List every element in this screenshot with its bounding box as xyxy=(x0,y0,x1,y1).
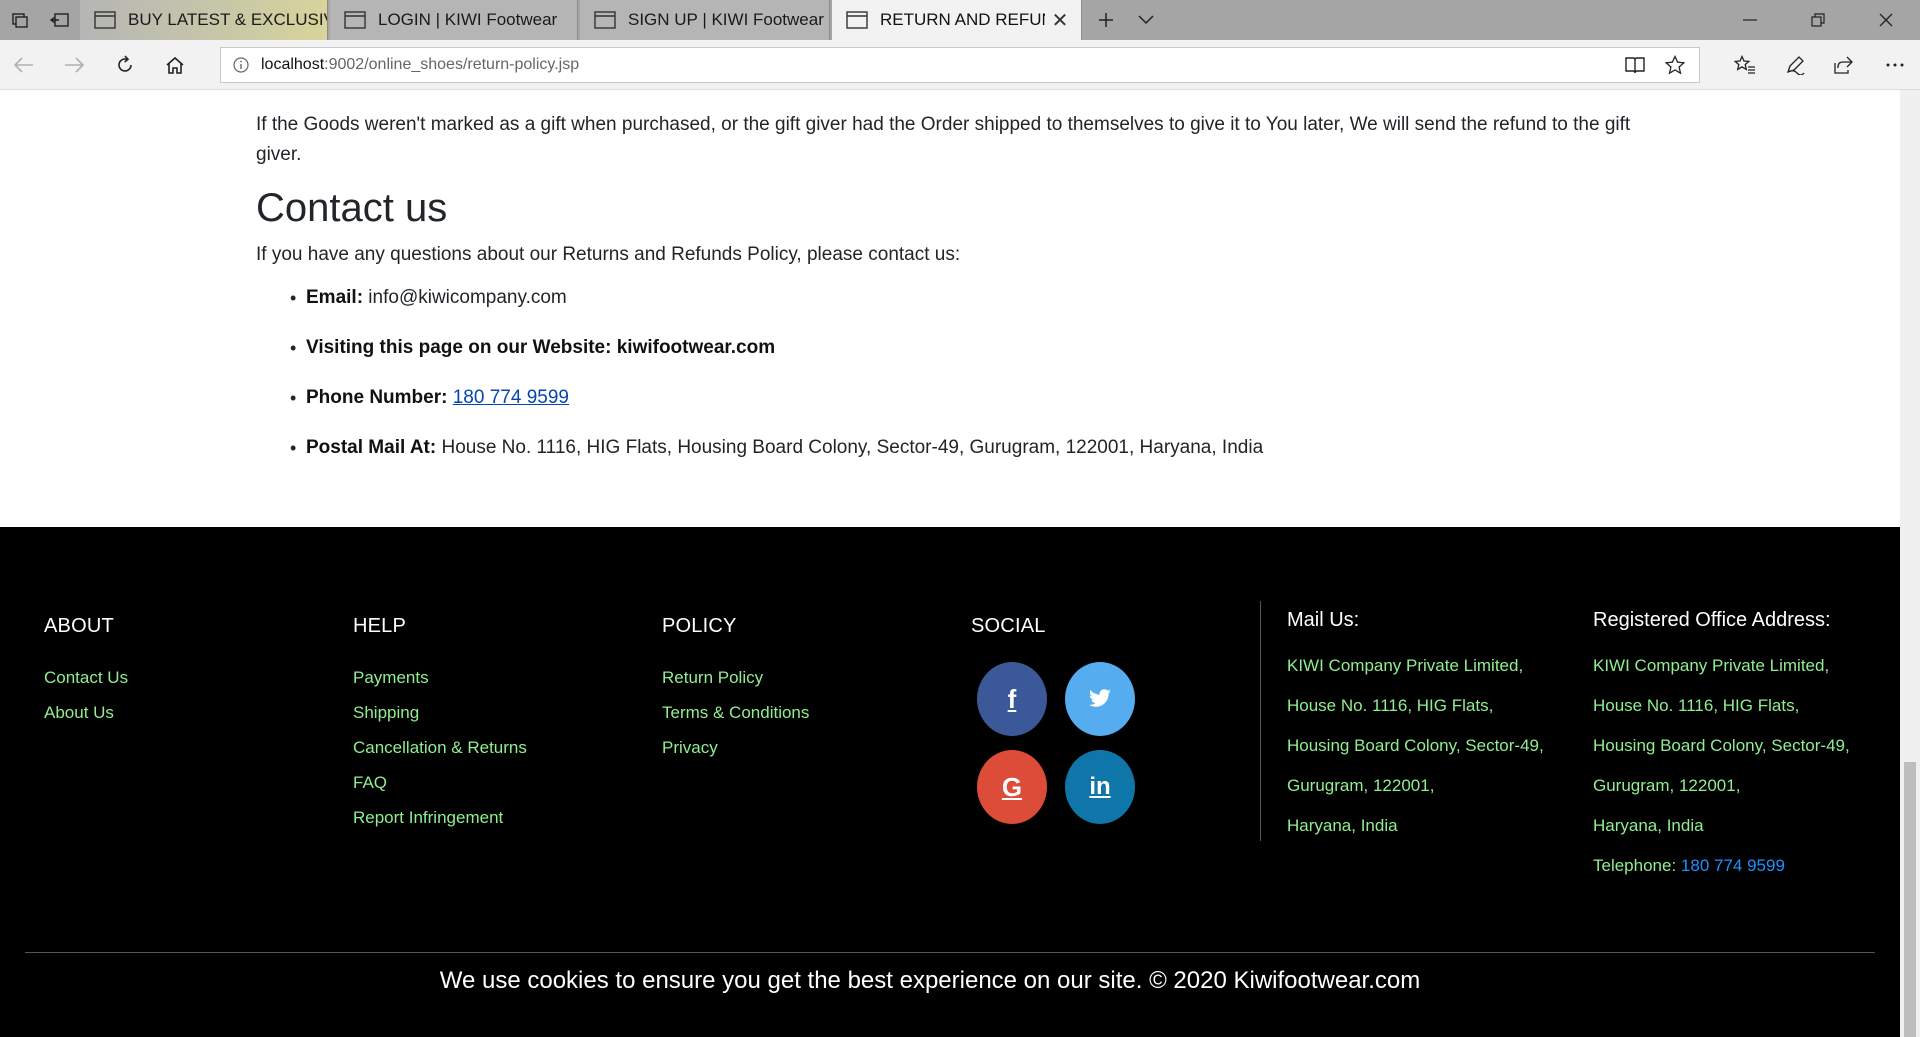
favorites-hub-icon[interactable] xyxy=(1725,45,1765,85)
email-label: Email: xyxy=(306,287,364,308)
tab-preview-chevron-icon[interactable] xyxy=(1126,0,1166,40)
website-label: Visiting this page on our Website: kiwif… xyxy=(306,337,776,358)
office-address-line: House No. 1116, HIG Flats, xyxy=(1593,696,1800,715)
postal-label: Postal Mail At: xyxy=(306,437,437,458)
footer-social-column: SOCIAL xyxy=(971,615,1046,660)
twitter-icon[interactable] xyxy=(1065,662,1135,736)
close-window-icon[interactable] xyxy=(1852,0,1920,40)
page-icon xyxy=(344,11,366,29)
tab-buy-latest[interactable]: BUY LATEST & EXCLUSIVE F xyxy=(80,0,328,40)
footer-policy-column: POLICY Return Policy Terms & Conditions … xyxy=(662,615,809,765)
footer-help-title: HELP xyxy=(353,615,407,637)
tab-manager-icon[interactable] xyxy=(0,0,40,40)
policy-content: If the Goods weren't marked as a gift wh… xyxy=(256,110,1676,486)
more-options-icon[interactable] xyxy=(1875,45,1915,85)
tab-title: RETURN AND REFUND xyxy=(880,10,1045,29)
postal-value: House No. 1116, HIG Flats, Housing Board… xyxy=(436,437,1264,458)
gift-refund-paragraph: If the Goods weren't marked as a gift wh… xyxy=(256,114,1631,165)
forward-arrow-icon[interactable] xyxy=(54,45,94,85)
footer-link-cancellation[interactable]: Cancellation & Returns xyxy=(353,730,527,765)
footer-policy-title: POLICY xyxy=(662,615,737,637)
facebook-icon[interactable]: f xyxy=(977,662,1047,736)
office-address-line: Housing Board Colony, Sector-49, xyxy=(1593,736,1850,755)
url-host: localhost xyxy=(261,56,325,73)
footer-link-payments[interactable]: Payments xyxy=(353,660,527,695)
telephone-label: Telephone: xyxy=(1593,856,1681,875)
footer-divider xyxy=(1260,601,1261,841)
footer-separator xyxy=(25,952,1875,953)
office-address-line: Haryana, India xyxy=(1593,816,1704,835)
office-address-line: Gurugram, 122001, xyxy=(1593,776,1741,795)
office-address-line: KIWI Company Private Limited, xyxy=(1593,656,1830,675)
footer-office-column: Registered Office Address: KIWI Company … xyxy=(1593,609,1850,886)
mail-address-line: KIWI Company Private Limited, xyxy=(1287,656,1524,675)
minimize-icon[interactable] xyxy=(1716,0,1784,40)
tab-signup[interactable]: SIGN UP | KIWI Footwear xyxy=(580,0,830,40)
set-aside-tabs-icon[interactable] xyxy=(40,0,80,40)
web-note-pen-icon[interactable] xyxy=(1775,45,1815,85)
refresh-icon[interactable] xyxy=(105,45,145,85)
tab-strip: BUY LATEST & EXCLUSIVE F LOGIN | KIWI Fo… xyxy=(0,0,1920,40)
footer-link-terms[interactable]: Terms & Conditions xyxy=(662,695,809,730)
mail-address-line: Haryana, India xyxy=(1287,816,1398,835)
reading-view-icon[interactable] xyxy=(1617,48,1653,82)
contact-website-item: Visiting this page on our Website: kiwif… xyxy=(290,336,1676,360)
footer-link-faq[interactable]: FAQ xyxy=(353,765,527,800)
page-icon xyxy=(846,11,868,29)
restore-icon[interactable] xyxy=(1784,0,1852,40)
new-tab-icon[interactable] xyxy=(1086,0,1126,40)
tab-login[interactable]: LOGIN | KIWI Footwear xyxy=(330,0,578,40)
tab-return-refund[interactable]: RETURN AND REFUND ✕ xyxy=(832,0,1082,40)
footer-link-shipping[interactable]: Shipping xyxy=(353,695,527,730)
footer-about-title: ABOUT xyxy=(44,615,114,637)
scrollbar-thumb[interactable] xyxy=(1904,762,1916,1037)
url-text[interactable]: localhost:9002/online_shoes/return-polic… xyxy=(261,56,579,74)
office-telephone-line: Telephone: 180 774 9599 xyxy=(1593,846,1850,886)
mail-address-line: House No. 1116, HIG Flats, xyxy=(1287,696,1494,715)
navigation-bar: localhost:9002/online_shoes/return-polic… xyxy=(0,40,1920,90)
linkedin-icon[interactable]: in xyxy=(1065,750,1135,824)
email-value: info@kiwicompany.com xyxy=(363,287,567,308)
footer-link-report-infringement[interactable]: Report Infringement xyxy=(353,800,527,835)
copyright-text: We use cookies to ensure you get the bes… xyxy=(439,967,1421,994)
site-footer: ABOUT Contact Us About Us HELP Payments … xyxy=(0,527,1900,1037)
favorite-star-icon[interactable] xyxy=(1657,48,1693,82)
phone-link[interactable]: 180 774 9599 xyxy=(453,387,569,408)
footer-link-about-us[interactable]: About Us xyxy=(44,695,128,730)
contact-intro: If you have any questions about our Retu… xyxy=(256,244,961,265)
back-arrow-icon[interactable] xyxy=(4,45,44,85)
share-icon[interactable] xyxy=(1823,45,1863,85)
contact-postal-item: Postal Mail At: House No. 1116, HIG Flat… xyxy=(290,436,1676,460)
contact-list: Email: info@kiwicompany.com Visiting thi… xyxy=(290,286,1676,460)
phone-label: Phone Number: xyxy=(306,387,448,408)
footer-about-column: ABOUT Contact Us About Us xyxy=(44,615,128,730)
telephone-link[interactable]: 180 774 9599 xyxy=(1681,856,1785,875)
footer-link-privacy[interactable]: Privacy xyxy=(662,730,809,765)
footer-mail-column: Mail Us: KIWI Company Private Limited, H… xyxy=(1287,609,1544,846)
contact-phone-item: Phone Number: 180 774 9599 xyxy=(290,386,1676,410)
google-icon[interactable]: G xyxy=(977,750,1047,824)
footer-link-contact-us[interactable]: Contact Us xyxy=(44,660,128,695)
tab-title: BUY LATEST & EXCLUSIVE F xyxy=(128,10,327,29)
tab-title: SIGN UP | KIWI Footwear xyxy=(628,10,824,29)
contact-heading: Contact us xyxy=(256,186,448,230)
address-bar[interactable]: localhost:9002/online_shoes/return-polic… xyxy=(220,47,1700,83)
mail-address-line: Housing Board Colony, Sector-49, xyxy=(1287,736,1544,755)
office-address-title: Registered Office Address: xyxy=(1593,609,1831,631)
url-path: :9002/online_shoes/return-policy.jsp xyxy=(324,56,580,73)
contact-email-item: Email: info@kiwicompany.com xyxy=(290,286,1676,310)
home-icon[interactable] xyxy=(155,45,195,85)
footer-social-title: SOCIAL xyxy=(971,615,1046,637)
mail-address-line: Gurugram, 122001, xyxy=(1287,776,1435,795)
page-icon xyxy=(594,11,616,29)
footer-link-return-policy[interactable]: Return Policy xyxy=(662,660,809,695)
mail-us-title: Mail Us: xyxy=(1287,609,1360,631)
footer-help-column: HELP Payments Shipping Cancellation & Re… xyxy=(353,615,527,835)
tab-title: LOGIN | KIWI Footwear xyxy=(378,10,558,29)
page-icon xyxy=(94,11,116,29)
close-tab-icon[interactable]: ✕ xyxy=(1045,5,1075,35)
site-info-icon[interactable] xyxy=(221,57,261,73)
